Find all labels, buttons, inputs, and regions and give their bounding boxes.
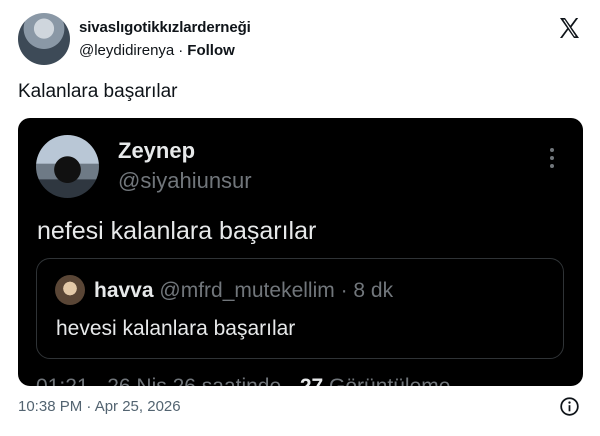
inner-quote-text: hevesi kalanlara başarılar [56, 317, 296, 340]
inner-quote-name[interactable]: havva [94, 279, 154, 302]
author-handle-row: @leydidirenya · Follow [79, 42, 235, 59]
quoted-author-handle[interactable]: @siyahiunsur [118, 168, 252, 194]
views-label: Görüntüleme [323, 375, 450, 386]
follow-link[interactable]: Follow [187, 42, 235, 59]
quoted-tweet-time[interactable]: 01:21 · 26 Nis 26 saatinde · [36, 375, 300, 386]
inner-quote-card[interactable]: havva @mfrd_mutekellim · 8 dk hevesi kal… [36, 258, 564, 359]
info-icon[interactable] [559, 396, 580, 417]
more-dots-icon[interactable] [545, 148, 559, 174]
quoted-tweet-meta: 01:21 · 26 Nis 26 saatinde · 27 Görüntül… [36, 375, 450, 386]
tweet-timestamp[interactable]: 10:38 PM · Apr 25, 2026 [18, 398, 181, 415]
inner-quote-header: havva @mfrd_mutekellim · 8 dk [94, 279, 393, 303]
author-name[interactable]: sivaslıgotikkızlarderneği [79, 19, 251, 36]
inner-quote-age: 8 dk [353, 279, 394, 302]
x-logo-icon[interactable] [557, 16, 581, 40]
tweet-text: Kalanlara başarılar [18, 81, 178, 102]
separator-dot: · [178, 42, 184, 59]
quoted-author-avatar[interactable] [36, 135, 99, 198]
inner-quote-handle[interactable]: @mfrd_mutekellim [159, 279, 334, 302]
author-handle[interactable]: @leydidirenya [79, 42, 174, 59]
quoted-author-name[interactable]: Zeynep [118, 138, 195, 164]
views-count: 27 [300, 375, 323, 386]
inner-quote-avatar[interactable] [55, 275, 85, 305]
inner-quote-separator: · [334, 279, 354, 302]
quoted-tweet-text: nefesi kalanlara başarılar [37, 217, 317, 245]
quoted-tweet-card[interactable]: Zeynep @siyahiunsur nefesi kalanlara baş… [18, 118, 583, 386]
author-avatar[interactable] [18, 13, 70, 65]
